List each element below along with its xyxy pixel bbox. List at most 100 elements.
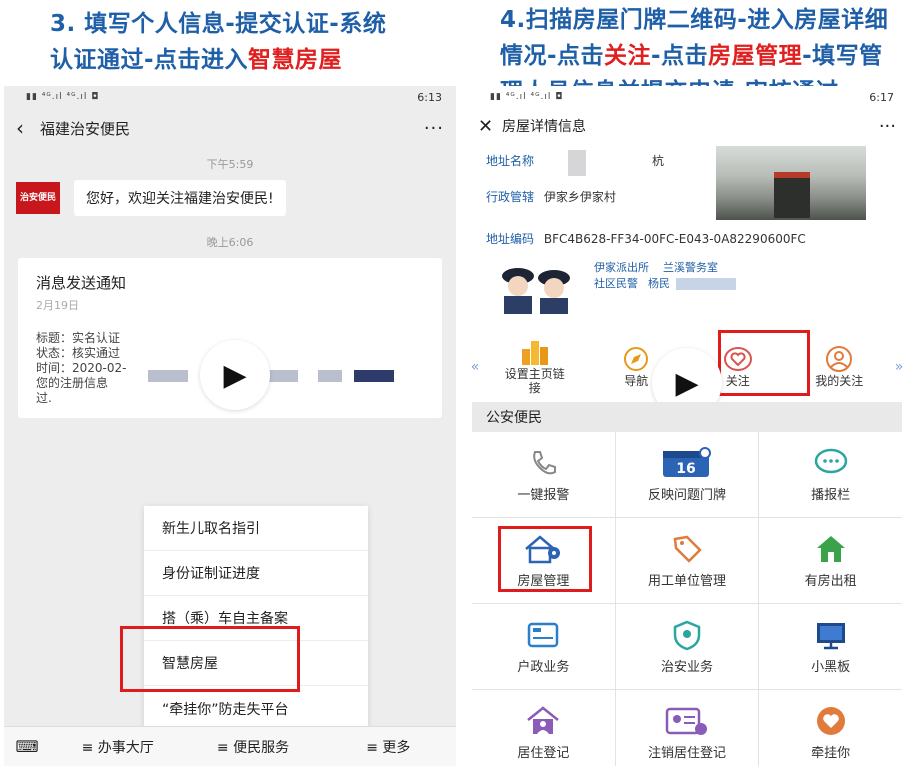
monitor-icon [816,623,845,650]
chat-title: 福建治安便民 [40,119,131,138]
house-rental-button[interactable]: 有房出租 [759,518,902,603]
status-time: 6:13 [417,90,442,104]
tab-convenience[interactable]: ≡ 便民服务 [185,737,320,757]
addr-code-label: 地址编码 [486,232,535,246]
chat-header: ‹ 福建治安便民 ··· [4,108,456,148]
grid-label: 用工单位管理 [647,574,726,589]
home-icon [816,536,845,562]
officer-label: 社区民警 [594,277,638,290]
report-plate-button[interactable]: 16 反映问题门牌 [615,432,759,517]
detail-header: ✕ 房屋详情信息 ··· [466,108,908,144]
strip-label: 设置主页链接 [504,367,565,395]
police-station-info: 伊家派出所 兰溪警务室 社区民警 杨民 [594,260,736,292]
buildings-icon [521,341,548,365]
step3-text: 认证通过-点击进入 [50,47,249,73]
grid-label: 居住登记 [517,746,570,761]
step3-emphasis: 智慧房屋 [248,47,343,73]
badge-number: 16 [676,461,695,477]
play-icon[interactable]: ▶ [200,340,270,410]
tutorial-composite: 3. 填写个人信息-提交认证-系统 认证通过-点击进入智慧房屋 4.扫描房屋门牌… [0,0,911,771]
grid-label: 治安业务 [660,660,713,675]
phone-icon [533,451,557,475]
grid-label: 一键报警 [517,488,570,503]
message-row: 治安便民 您好，欢迎关注福建治安便民! [4,180,456,216]
step4-heading-line2: 情况-点击关注-点击房屋管理-填写管 [500,38,900,74]
public-security-button[interactable]: 治安业务 [615,604,759,689]
blackboard-button[interactable]: 小黑板 [759,604,902,689]
cancel-card-icon [665,707,707,735]
step4-emphasis-follow: 关注 [604,43,652,69]
keyboard-icon[interactable]: ⌨ [4,737,50,756]
step4-text-a: 情况-点击 [500,43,605,69]
avatar[interactable]: 治安便民 [16,182,60,214]
tab-service-hall[interactable]: ≡ 办事大厅 [50,737,185,757]
tab-more[interactable]: ≡ 更多 [321,737,456,757]
residence-registration-button[interactable]: 居住登记 [472,690,615,766]
bottom-menu-bar: ⌨ ≡ 办事大厅 ≡ 便民服务 ≡ 更多 [4,726,456,766]
status-time: 6:17 [869,90,894,104]
blur-mask [148,370,188,382]
broadcast-button[interactable]: 播报栏 [759,432,902,517]
step4-heading-line1: 4.扫描房屋门牌二维码-进入房屋详细 [500,7,889,33]
card-date: 2月19日 [36,299,79,312]
signal-icons: ▮▮ ⁴ᴳ.ıl ⁴ᴳ.ıl ◘ [26,92,100,102]
timestamp: 晚上6:06 [206,236,254,249]
highlight-box [120,626,300,692]
house-detail-screen: ▮▮ ⁴ᴳ.ıl ⁴ᴳ.ıl ◘ 6:17 ✕ 房屋详情信息 ··· 地址名称 杭… [466,86,908,766]
district-value: 伊家乡伊家村 [543,190,616,204]
page-title: 房屋详情信息 [502,119,586,135]
grid-label: 小黑板 [811,660,851,675]
household-affairs-button[interactable]: 户政业务 [472,604,615,689]
menu-item[interactable]: 新生儿取名指引 [144,506,368,551]
house-info: 地址名称 杭 行政管辖 伊家乡伊家村 地址编码 BFC4B628-FF34-00F… [466,144,908,314]
house-photo[interactable] [716,146,866,220]
back-icon[interactable]: ‹ [16,116,40,140]
highlight-box-follow [718,330,810,396]
tag-icon [673,535,702,563]
chat-bubble-icon [814,448,847,474]
cancel-residence-button[interactable]: 注销居住登记 [615,690,759,766]
step3-heading: 3. 填写个人信息-提交认证-系统 认证通过-点击进入智慧房屋 [50,6,450,78]
step3-heading-line2: 认证通过-点击进入智慧房屋 [50,42,450,78]
heart-badge-icon [816,707,845,735]
police-avatar-icon [502,268,570,314]
menu-item[interactable]: 身份证制证进度 [144,551,368,596]
door-image [774,172,810,218]
grid-label: 有房出租 [804,574,857,589]
greeting-bubble[interactable]: 您好，欢迎关注福建治安便民! [74,180,286,216]
service-grid: 一键报警 16 反映问题门牌 播报栏 房屋管理 用工单位管理 有房出租 户政业务… [472,432,902,766]
more-icon[interactable]: ··· [879,116,896,137]
officer-name: 杨民 [648,277,670,290]
addr-name-label: 地址名称 [486,154,535,168]
emergency-call-button[interactable]: 一键报警 [472,432,615,517]
calendar-icon: 16 [662,447,711,477]
addr-code-value: BFC4B628-FF34-00FC-E043-0A82290600FC [543,232,806,246]
grid-label: 户政业务 [517,660,570,675]
step4-emphasis-house: 房屋管理 [708,43,803,69]
addr-name-value: 杭 [652,154,665,168]
district-label: 行政管辖 [486,190,535,204]
timestamp: 下午5:59 [206,158,254,171]
scroll-left-icon[interactable]: « [466,359,484,375]
grid-label: 反映问题门牌 [647,488,726,503]
chat-screen: ▮▮ ⁴ᴳ.ıl ⁴ᴳ.ıl ◘ 6:13 ‹ 福建治安便民 ··· 下午5:5… [4,86,456,766]
menu-item[interactable]: “牵挂你”防走失平台 [144,686,368,731]
grid-label: 播报栏 [811,488,851,503]
station-name: 伊家派出所 [594,261,649,274]
employer-management-button[interactable]: 用工单位管理 [615,518,759,603]
set-homepage-button[interactable]: 设置主页链接 [484,339,586,395]
scroll-right-icon[interactable]: » [890,359,908,375]
step4-text-b: -点击 [651,43,709,69]
resident-house-icon [527,706,560,734]
branch-name: 兰溪警务室 [663,261,718,274]
more-icon[interactable]: ··· [424,118,444,139]
grid-label: 牵挂你 [811,746,851,761]
shield-icon [673,620,701,651]
close-icon[interactable]: ✕ [478,116,502,137]
id-card-icon [528,622,559,648]
care-button[interactable]: 牵挂你 [759,690,902,766]
highlight-box-house-management [498,526,592,592]
blur-mask [676,278,736,290]
grid-label: 注销居住登记 [647,746,726,761]
section-title: 公安便民 [472,402,902,432]
